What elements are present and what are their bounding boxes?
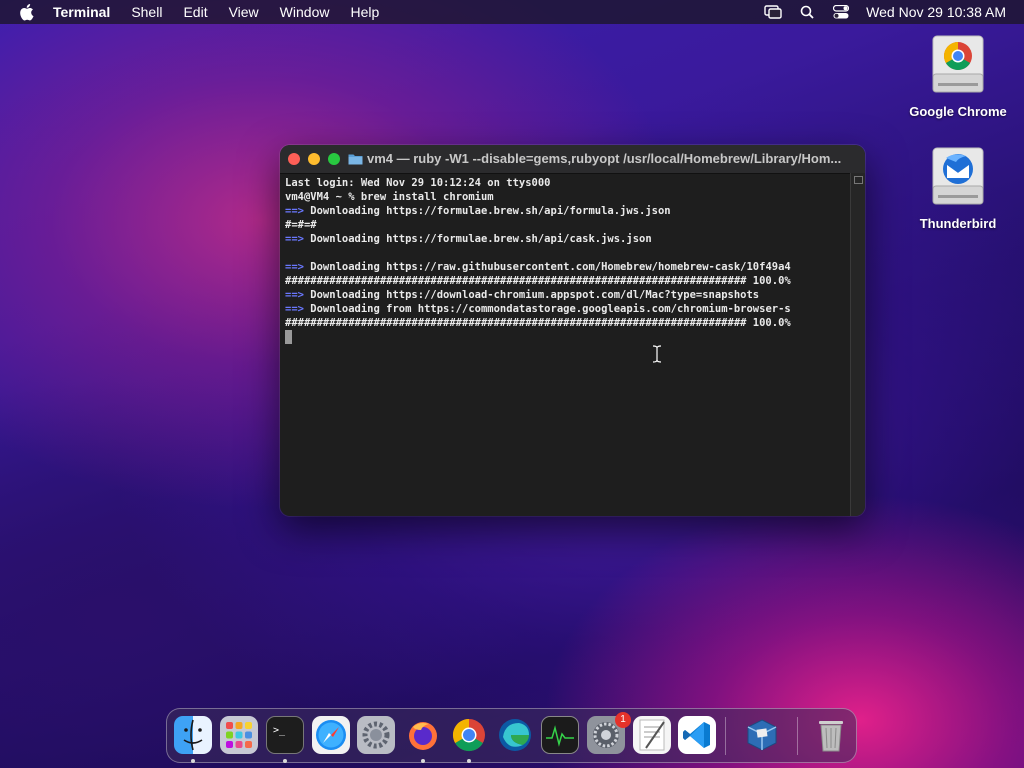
menu-window[interactable]: Window bbox=[280, 0, 330, 24]
menu-edit[interactable]: Edit bbox=[183, 0, 207, 24]
dock-trash-icon[interactable] bbox=[812, 716, 850, 754]
dock: >_ 1 bbox=[166, 708, 857, 763]
dock-safari-icon[interactable] bbox=[312, 716, 350, 754]
thunderbird-drive-icon bbox=[928, 146, 988, 210]
menu-app-name[interactable]: Terminal bbox=[53, 0, 110, 24]
terminal-line: #=#=# bbox=[285, 219, 317, 231]
dock-virtualbox-icon[interactable] bbox=[743, 716, 781, 754]
terminal-titlebar[interactable]: vm4 — ruby -W1 --disable=gems,rubyopt /u… bbox=[280, 145, 865, 174]
dock-finder-icon[interactable] bbox=[174, 716, 212, 754]
dock-microsoft-edge-icon[interactable] bbox=[496, 716, 534, 754]
menu-shell[interactable]: Shell bbox=[131, 0, 162, 24]
screen-mirroring-icon[interactable] bbox=[764, 4, 782, 20]
dock-system-settings-icon[interactable]: 1 bbox=[587, 712, 631, 754]
svg-text:>_: >_ bbox=[273, 725, 286, 736]
dock-activity-monitor-icon[interactable] bbox=[541, 716, 579, 754]
dock-textedit-icon[interactable] bbox=[633, 716, 671, 754]
window-title: vm4 — ruby -W1 --disable=gems,rubyopt /u… bbox=[367, 151, 842, 166]
spotlight-search-icon[interactable] bbox=[798, 4, 816, 20]
menu-bar: Terminal Shell Edit View Window Help Wed… bbox=[0, 0, 1024, 24]
minimize-window-button[interactable] bbox=[308, 153, 320, 165]
notification-badge: 1 bbox=[615, 712, 631, 728]
terminal-line: ==> Downloading https://formulae.brew.sh… bbox=[285, 205, 671, 217]
dock-firefox-icon[interactable] bbox=[404, 716, 442, 754]
desktop-icon-google-chrome[interactable]: Google Chrome bbox=[903, 34, 1013, 119]
terminal-line: ########################################… bbox=[285, 317, 791, 329]
menu-clock[interactable]: Wed Nov 29 10:38 AM bbox=[866, 4, 1006, 20]
dock-separator bbox=[797, 717, 798, 755]
running-indicator bbox=[421, 759, 425, 763]
terminal-output[interactable]: Last login: Wed Nov 29 10:12:24 on ttys0… bbox=[285, 176, 850, 512]
terminal-line: ==> Downloading from https://commondatas… bbox=[285, 303, 791, 315]
desktop-icon-label: Google Chrome bbox=[909, 104, 1007, 119]
desktop-icon-thunderbird[interactable]: Thunderbird bbox=[903, 146, 1013, 231]
menu-view[interactable]: View bbox=[229, 0, 259, 24]
dock-google-chrome-icon[interactable] bbox=[450, 716, 488, 754]
desktop-icon-label: Thunderbird bbox=[919, 216, 997, 231]
folder-icon bbox=[348, 152, 363, 165]
apple-menu-icon[interactable] bbox=[18, 3, 36, 21]
control-center-icon[interactable] bbox=[832, 4, 850, 20]
dock-terminal-icon[interactable]: >_ bbox=[266, 716, 304, 754]
terminal-line: ########################################… bbox=[285, 275, 791, 287]
running-indicator bbox=[283, 759, 287, 763]
terminal-line: ==> Downloading https://formulae.brew.sh… bbox=[285, 233, 652, 245]
running-indicator bbox=[191, 759, 195, 763]
dock-visual-studio-code-icon[interactable] bbox=[678, 716, 716, 754]
dock-separator bbox=[725, 717, 726, 755]
zoom-window-button[interactable] bbox=[328, 153, 340, 165]
split-pane-button[interactable] bbox=[854, 176, 863, 184]
text-cursor bbox=[285, 330, 292, 344]
terminal-line: vm4@VM4 ~ % brew install chromium bbox=[285, 191, 494, 203]
dock-launchpad-icon[interactable] bbox=[220, 716, 258, 754]
menu-help[interactable]: Help bbox=[350, 0, 379, 24]
running-indicator bbox=[467, 759, 471, 763]
dock-system-preferences-icon[interactable] bbox=[357, 716, 395, 754]
terminal-window[interactable]: vm4 — ruby -W1 --disable=gems,rubyopt /u… bbox=[280, 145, 865, 516]
terminal-line: ==> Downloading https://raw.githubuserco… bbox=[285, 261, 791, 273]
close-window-button[interactable] bbox=[288, 153, 300, 165]
terminal-cursor-line bbox=[285, 330, 850, 344]
terminal-scrollbar[interactable] bbox=[850, 173, 865, 516]
google-chrome-drive-icon bbox=[928, 34, 988, 98]
ibeam-cursor-icon bbox=[652, 345, 662, 363]
terminal-line: ==> Downloading https://download-chromiu… bbox=[285, 289, 760, 301]
terminal-line: Last login: Wed Nov 29 10:12:24 on ttys0… bbox=[285, 177, 551, 189]
